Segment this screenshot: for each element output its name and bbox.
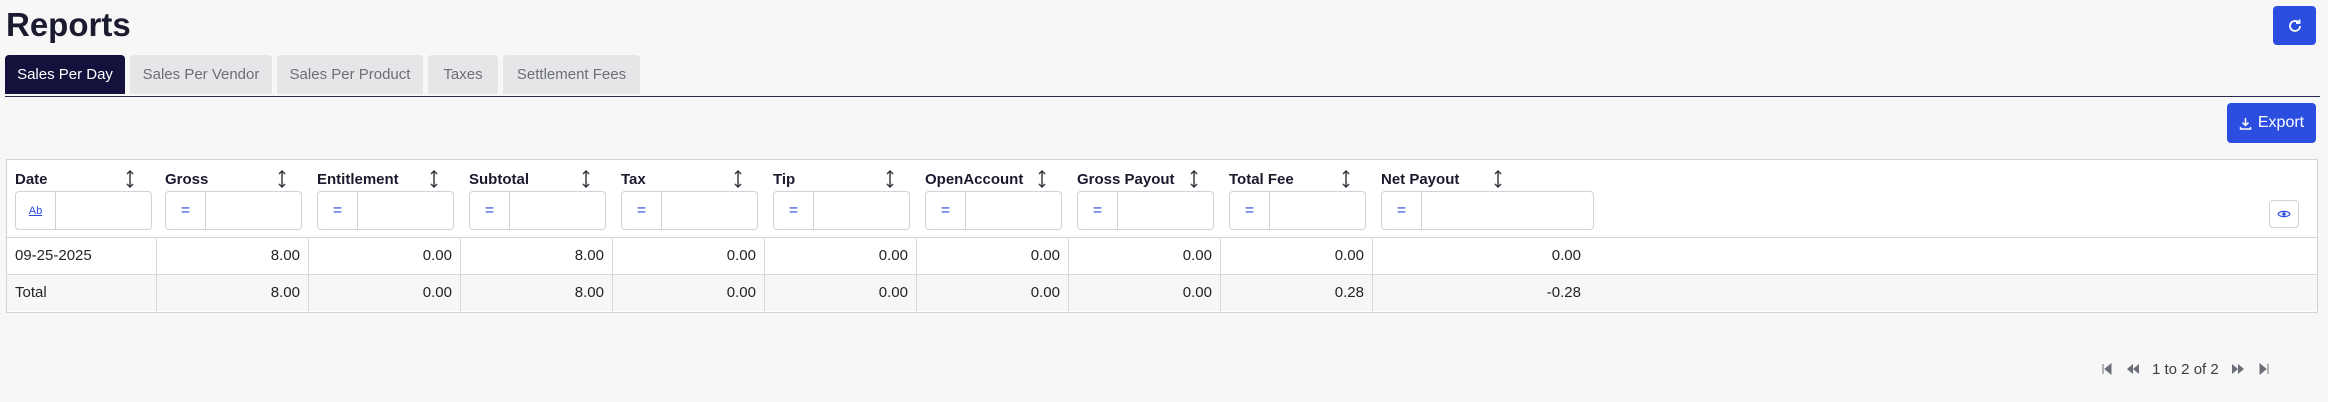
filter-type-button[interactable]: =	[166, 192, 206, 229]
sort-icon[interactable]	[277, 170, 287, 188]
table-row[interactable]: Total 8.00 0.00 8.00 0.00 0.00 0.00 0.00 0.28 -0.…	[7, 275, 2317, 311]
column-filter-input[interactable]: =	[925, 191, 1062, 230]
next-page-button[interactable]	[2225, 363, 2251, 375]
filter-type-button[interactable]: =	[318, 192, 358, 229]
filter-type-button[interactable]: Ab	[16, 192, 56, 229]
column-header[interactable]: Tip =	[765, 160, 918, 237]
refresh-button[interactable]	[2273, 6, 2316, 45]
tab-sales-per-vendor[interactable]: Sales Per Vendor	[130, 55, 272, 94]
tab-sales-per-day[interactable]: Sales Per Day	[5, 55, 125, 94]
column-header-label: Gross Payout	[1077, 171, 1175, 188]
column-visibility-button[interactable]	[2269, 200, 2299, 228]
column-filter-input[interactable]: Ab	[15, 191, 152, 230]
column-header[interactable]: Subtotal =	[461, 160, 614, 237]
table-cell: Total	[7, 275, 157, 311]
next-page-icon	[2231, 364, 2244, 374]
first-page-icon	[2102, 363, 2112, 375]
column-header[interactable]: Gross Payout =	[1069, 160, 1222, 237]
last-page-button[interactable]	[2251, 363, 2277, 375]
column-filter-input[interactable]: =	[469, 191, 606, 230]
table-row[interactable]: 09-25-2025 8.00 0.00 8.00 0.00 0.00 0.00 0.00 0.…	[7, 238, 2317, 275]
table-cell: 09-25-2025	[7, 238, 157, 274]
refresh-icon	[2288, 19, 2301, 32]
column-filter-input[interactable]: =	[1381, 191, 1594, 230]
tab-taxes[interactable]: Taxes	[428, 55, 498, 94]
column-header[interactable]: Tax =	[613, 160, 766, 237]
last-page-icon	[2259, 363, 2269, 375]
column-header-label: Entitlement	[317, 171, 399, 188]
filter-type-button[interactable]: =	[926, 192, 966, 229]
sort-icon[interactable]	[885, 170, 895, 188]
column-header[interactable]: OpenAccount =	[917, 160, 1070, 237]
table-cell: 0.00	[1221, 238, 1373, 274]
sort-icon[interactable]	[1493, 170, 1503, 188]
table-cell: 0.00	[613, 275, 765, 311]
table-cell: 8.00	[157, 275, 309, 311]
column-header-label: Gross	[165, 171, 209, 188]
export-label: Export	[2257, 114, 2305, 131]
previous-page-icon	[2127, 364, 2139, 374]
sort-icon[interactable]	[1341, 170, 1351, 188]
sort-icon[interactable]	[733, 170, 743, 188]
export-button[interactable]: Export	[2227, 103, 2316, 143]
eye-icon	[2277, 210, 2291, 218]
table-cell: 0.00	[1069, 238, 1221, 274]
column-filter-input[interactable]: =	[317, 191, 454, 230]
page-title: Reports	[6, 6, 131, 43]
sort-icon[interactable]	[1037, 170, 1047, 188]
download-icon	[2239, 117, 2252, 130]
column-header-label: OpenAccount	[925, 171, 1024, 188]
tab-sales-per-product[interactable]: Sales Per Product	[277, 55, 423, 94]
table-cell: 0.00	[765, 275, 917, 311]
report-grid: Date Ab Gross = Entitlement = Subtotal = Tax = Tip…	[6, 159, 2318, 313]
previous-page-button[interactable]	[2120, 363, 2146, 375]
filter-type-button[interactable]: =	[622, 192, 662, 229]
table-cell: 0.00	[309, 275, 461, 311]
filter-type-button[interactable]: =	[774, 192, 814, 229]
column-filter-input[interactable]: =	[165, 191, 302, 230]
table-cell: 0.00	[917, 238, 1069, 274]
filter-type-button[interactable]: =	[1382, 192, 1422, 229]
column-header-label: Date	[15, 171, 48, 188]
column-filter-input[interactable]: =	[621, 191, 758, 230]
column-header[interactable]: Total Fee =	[1221, 160, 1374, 237]
table-cell: 0.00	[309, 238, 461, 274]
table-cell: 0.00	[1551, 247, 1581, 264]
table-cell: 0.00	[1069, 275, 1221, 311]
filter-type-button[interactable]: =	[470, 192, 510, 229]
report-tabs: Sales Per Day Sales Per Vendor Sales Per…	[5, 55, 2320, 97]
sort-icon[interactable]	[581, 170, 591, 188]
column-filter-input[interactable]: =	[1229, 191, 1366, 230]
column-filter-input[interactable]: =	[1077, 191, 1214, 230]
column-header[interactable]: Date Ab	[7, 160, 158, 237]
sort-icon[interactable]	[125, 170, 135, 188]
column-header[interactable]: Gross =	[157, 160, 310, 237]
first-page-button[interactable]	[2094, 363, 2120, 375]
filter-type-button[interactable]: =	[1230, 192, 1270, 229]
table-cell: 8.00	[461, 238, 613, 274]
table-cell: 8.00	[157, 238, 309, 274]
table-cell: 0.00	[613, 238, 765, 274]
table-cell: 0.00	[765, 238, 917, 274]
column-header-label: Total Fee	[1229, 171, 1294, 188]
sort-icon[interactable]	[1189, 170, 1199, 188]
table-cell: 8.00	[461, 275, 613, 311]
pagination-summary: 1 to 2 of 2	[2152, 360, 2219, 378]
column-header-label: Tax	[621, 171, 646, 188]
sort-icon[interactable]	[429, 170, 439, 188]
table-cell: 0.00	[917, 275, 1069, 311]
filter-type-button[interactable]: =	[1078, 192, 1118, 229]
tab-settlement-fees[interactable]: Settlement Fees	[503, 55, 640, 94]
column-filter-input[interactable]: =	[773, 191, 910, 230]
pagination: 1 to 2 of 2	[2094, 358, 2277, 380]
column-header[interactable]: Net Payout =	[1373, 160, 1594, 237]
table-cell: 0.28	[1221, 275, 1373, 311]
column-header[interactable]: Entitlement =	[309, 160, 462, 237]
column-header-label: Subtotal	[469, 171, 529, 188]
column-header-label: Net Payout	[1381, 171, 1460, 188]
column-header-label: Tip	[773, 171, 796, 188]
table-cell: -0.28	[1546, 284, 1581, 301]
